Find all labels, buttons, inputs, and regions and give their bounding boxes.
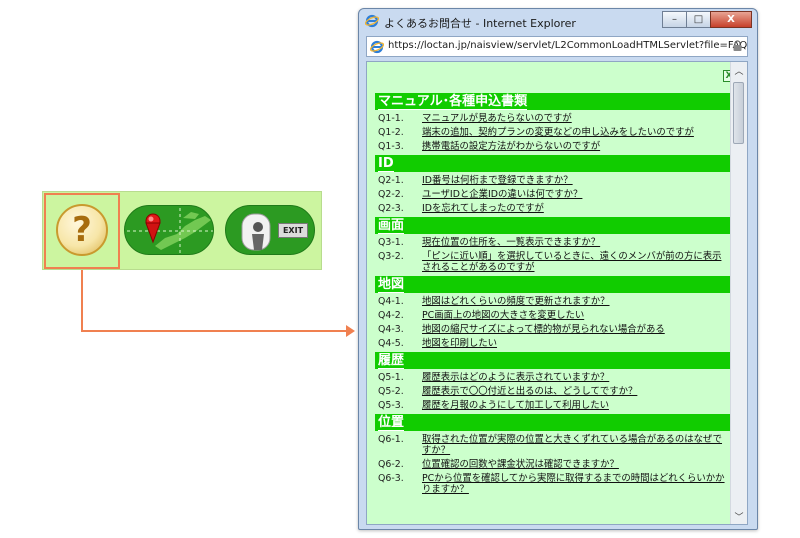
question-number: Q5-1. <box>378 372 404 383</box>
scroll-down-arrow-icon[interactable]: ﹀ <box>731 508 747 524</box>
section-header: ID <box>375 155 731 172</box>
ie-logo-icon <box>365 14 379 28</box>
faq-section: マニュアル･各種申込書類 Q1-1. マニュアルが見あたらないのですが Q1-2. 端末… <box>375 93 731 153</box>
faq-section: 履歴 Q5-1. 履歴表示はどのように表示されていますか？ Q5-2. 履歴表示で〇〇付… <box>375 352 731 412</box>
scroll-thumb[interactable] <box>733 82 744 144</box>
question-number: Q6-2. <box>378 459 404 470</box>
question-link[interactable]: PCから位置を確認してから実際に取得するまでの時間はどれくらいかかりますか？ <box>422 473 731 495</box>
faq-content: X マニュアル･各種申込書類 Q1-1. マニュアルが見あたらないのですが Q1-2.… <box>366 61 748 525</box>
question-link[interactable]: ユーザIDと企業IDの違いは何ですか？ <box>422 189 731 200</box>
faq-item: Q2-3. IDを忘れてしまったのですが <box>375 201 731 215</box>
faq-item: Q3-1. 現在位置の住所を、一覧表示できますか？ <box>375 235 731 249</box>
address-bar[interactable]: https://loctan.jp/naisview/servlet/L2Com… <box>366 36 748 57</box>
faq-section: 位置 Q6-1. 取得された位置が実際の位置と大きくずれている場合があるのはなぜです… <box>375 414 731 496</box>
question-number: Q1-2. <box>378 127 404 138</box>
section-header: マニュアル･各種申込書類 <box>375 93 731 110</box>
scroll-up-arrow-icon[interactable]: ︿ <box>731 62 747 78</box>
question-number: Q3-2. <box>378 251 404 262</box>
question-link[interactable]: PC画面上の地図の大きさを変更したい <box>422 310 731 321</box>
map-button[interactable] <box>124 205 214 255</box>
close-window-button[interactable]: X <box>710 11 752 28</box>
question-number: Q2-3. <box>378 203 404 214</box>
question-number: Q4-5. <box>378 338 404 349</box>
question-link[interactable]: 地図の縮尺サイズによって標的物が見られない場合がある <box>422 324 731 335</box>
faq-section: 画面 Q3-1. 現在位置の住所を、一覧表示できますか？ Q3-2. 「ピンに近い順」を… <box>375 217 731 274</box>
question-link[interactable]: ID番号は何桁まで登録できますか？ <box>422 175 731 186</box>
faq-item: Q4-2. PC画面上の地図の大きさを変更したい <box>375 308 731 322</box>
question-number: Q6-3. <box>378 473 404 484</box>
faq-item: Q1-3. 携帯電話の設定方法がわからないのですが <box>375 139 731 153</box>
section-header: 履歴 <box>375 352 731 369</box>
section-title: マニュアル･各種申込書類 <box>378 94 528 110</box>
japan-map-icon <box>127 208 213 254</box>
question-number: Q2-2. <box>378 189 404 200</box>
faq-item: Q1-1. マニュアルが見あたらないのですが <box>375 111 731 125</box>
faq-item: Q5-2. 履歴表示で〇〇付近と出るのは、どうしてですか？ <box>375 384 731 398</box>
faq-item: Q6-1. 取得された位置が実際の位置と大きくずれている場合があるのはなぜですか？ <box>375 432 731 457</box>
section-title: 地図 <box>378 277 405 293</box>
faq-item: Q4-3. 地図の縮尺サイズによって標的物が見られない場合がある <box>375 322 731 336</box>
faq-item: Q3-2. 「ピンに近い順」を選択しているときに、遠くのメンバが前の方に表示される… <box>375 249 731 274</box>
faq-item: Q2-2. ユーザIDと企業IDの違いは何ですか？ <box>375 187 731 201</box>
minimize-icon: – <box>672 14 677 25</box>
faq-item: Q4-5. 地図を印刷したい <box>375 336 731 350</box>
question-number: Q4-3. <box>378 324 404 335</box>
section-header: 位置 <box>375 414 731 431</box>
faq-section: 地図 Q4-1. 地図はどれくらいの頻度で更新されますか？ Q4-2. PC画面上の地図… <box>375 276 731 350</box>
question-link[interactable]: 履歴表示はどのように表示されていますか？ <box>422 372 731 383</box>
question-link[interactable]: 履歴表示で〇〇付近と出るのは、どうしてですか？ <box>422 386 731 397</box>
question-link[interactable]: 履歴を月報のようにして加工して利用したい <box>422 400 731 411</box>
exit-button[interactable]: EXIT <box>225 205 315 255</box>
faq-item: Q5-1. 履歴表示はどのように表示されていますか？ <box>375 370 731 384</box>
question-link[interactable]: 「ピンに近い順」を選択しているときに、遠くのメンバが前の方に表示されることがある… <box>422 251 731 273</box>
question-link[interactable]: 携帯電話の設定方法がわからないのですが <box>422 141 731 152</box>
section-title: 履歴 <box>378 353 405 369</box>
exit-label: EXIT <box>278 223 308 238</box>
faq-section: ID Q2-1. ID番号は何桁まで登録できますか？ Q2-2. ユーザIDと企業IDの… <box>375 155 731 215</box>
page-icon <box>370 40 384 54</box>
close-icon: X <box>727 14 735 25</box>
faq-item: Q6-2. 位置確認の回数や課金状況は確認できますか？ <box>375 457 731 471</box>
question-number: Q1-1. <box>378 113 404 124</box>
section-title: 位置 <box>378 415 405 431</box>
question-number: Q5-2. <box>378 386 404 397</box>
maximize-button[interactable]: □ <box>686 11 711 28</box>
question-link[interactable]: 地図はどれくらいの頻度で更新されますか？ <box>422 296 731 307</box>
faq-item: Q4-1. 地図はどれくらいの頻度で更新されますか？ <box>375 294 731 308</box>
question-number: Q2-1. <box>378 175 404 186</box>
question-link[interactable]: 取得された位置が実際の位置と大きくずれている場合があるのはなぜですか？ <box>422 434 731 456</box>
faq-item: Q6-3. PCから位置を確認してから実際に取得するまでの時間はどれくらいかかりま… <box>375 471 731 496</box>
faq-item: Q1-2. 端末の追加、契約プランの変更などの申し込みをしたいのですが <box>375 125 731 139</box>
question-number: Q6-1. <box>378 434 404 445</box>
url-text: https://loctan.jp/naisview/servlet/L2Com… <box>388 40 748 51</box>
title-bar: よくあるお問合せ - Internet Explorer – □ X <box>359 9 757 35</box>
faq-item: Q2-1. ID番号は何桁まで登録できますか？ <box>375 173 731 187</box>
section-title: ID <box>378 156 394 172</box>
question-number: Q4-2. <box>378 310 404 321</box>
faq-list: マニュアル･各種申込書類 Q1-1. マニュアルが見あたらないのですが Q1-2. 端末… <box>375 91 731 496</box>
minimize-button[interactable]: – <box>662 11 687 28</box>
question-link[interactable]: 現在位置の住所を、一覧表示できますか？ <box>422 237 731 248</box>
section-header: 地図 <box>375 276 731 293</box>
question-number: Q3-1. <box>378 237 404 248</box>
lock-icon[interactable] <box>733 40 742 51</box>
question-link[interactable]: マニュアルが見あたらないのですが <box>422 113 731 124</box>
faq-item: Q5-3. 履歴を月報のようにして加工して利用したい <box>375 398 731 412</box>
section-title: 画面 <box>378 218 405 234</box>
maximize-icon: □ <box>693 14 704 25</box>
window-title: よくあるお問合せ - Internet Explorer <box>384 17 576 30</box>
section-header: 画面 <box>375 217 731 234</box>
question-number: Q5-3. <box>378 400 404 411</box>
question-link[interactable]: 端末の追加、契約プランの変更などの申し込みをしたいのですが <box>422 127 731 138</box>
question-link[interactable]: 位置確認の回数や課金状況は確認できますか？ <box>422 459 731 470</box>
question-number: Q4-1. <box>378 296 404 307</box>
browser-window: よくあるお問合せ - Internet Explorer – □ X https… <box>358 8 758 530</box>
question-number: Q1-3. <box>378 141 404 152</box>
highlight-box <box>44 193 120 269</box>
scrollbar[interactable]: ︿ ﹀ <box>730 62 747 524</box>
question-link[interactable]: IDを忘れてしまったのですが <box>422 203 731 214</box>
question-link[interactable]: 地図を印刷したい <box>422 338 731 349</box>
